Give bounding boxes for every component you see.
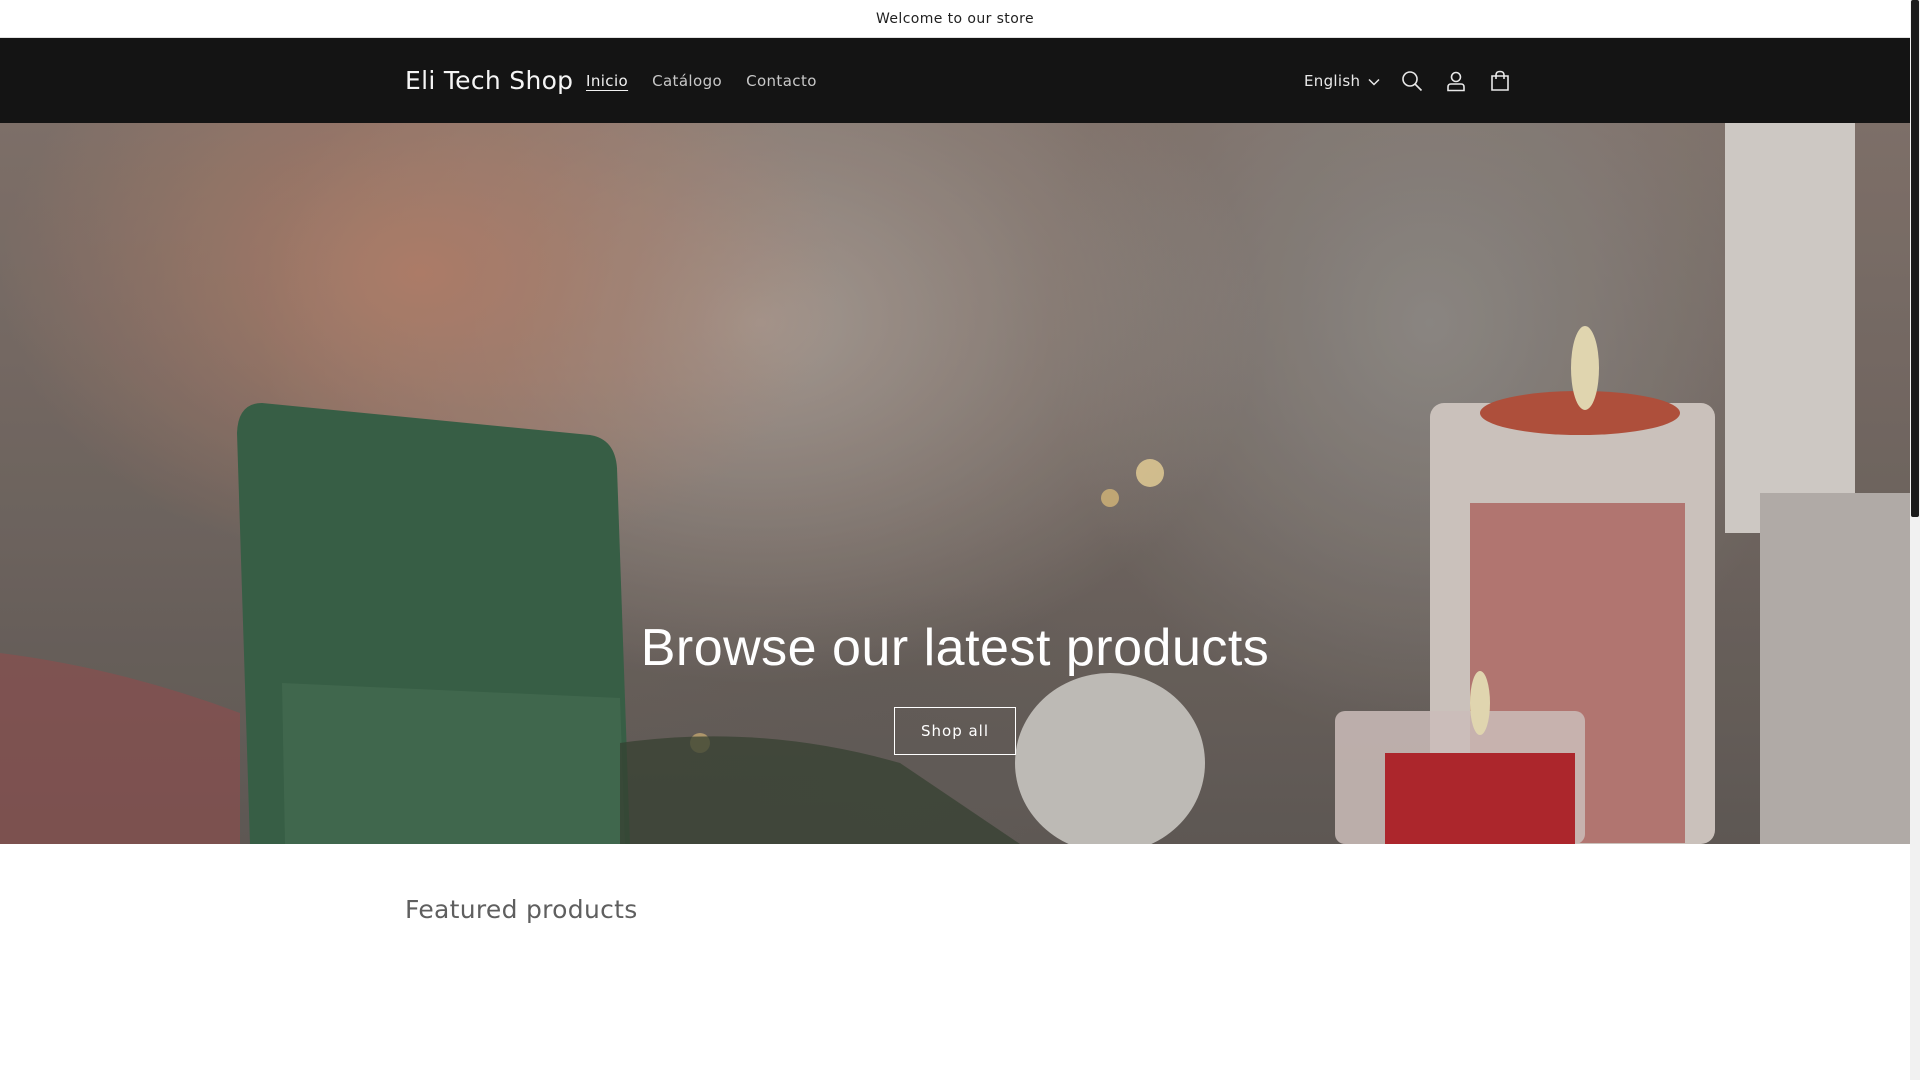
main-nav: Inicio Catálogo Contacto (574, 38, 829, 123)
language-selector[interactable]: English (1290, 72, 1390, 90)
site-header: Eli Tech Shop Inicio Catálogo Contacto E… (0, 38, 1910, 123)
hero-title: Browse our latest products (640, 619, 1270, 677)
language-label: English (1304, 71, 1361, 90)
scrollbar-thumb[interactable] (1911, 0, 1919, 517)
nav-item-catalogo[interactable]: Catálogo (640, 72, 734, 90)
search-button[interactable] (1390, 59, 1434, 103)
nav-item-inicio[interactable]: Inicio (574, 72, 640, 90)
header-actions: English (1290, 38, 1522, 123)
cart-button[interactable] (1478, 59, 1522, 103)
hero-banner: Browse our latest products Shop all (0, 123, 1910, 844)
store-logo-text[interactable]: Eli Tech Shop (405, 38, 573, 123)
featured-products-heading: Featured products (405, 895, 638, 924)
shop-all-button[interactable]: Shop all (894, 707, 1016, 755)
account-button[interactable] (1434, 59, 1478, 103)
account-icon (1445, 70, 1467, 92)
chevron-down-icon (1368, 72, 1380, 90)
announcement-text: Welcome to our store (875, 10, 1035, 27)
announcement-bar: Welcome to our store (0, 0, 1910, 38)
cart-icon (1489, 70, 1511, 92)
nav-item-contacto[interactable]: Contacto (734, 72, 829, 90)
search-icon (1401, 70, 1423, 92)
